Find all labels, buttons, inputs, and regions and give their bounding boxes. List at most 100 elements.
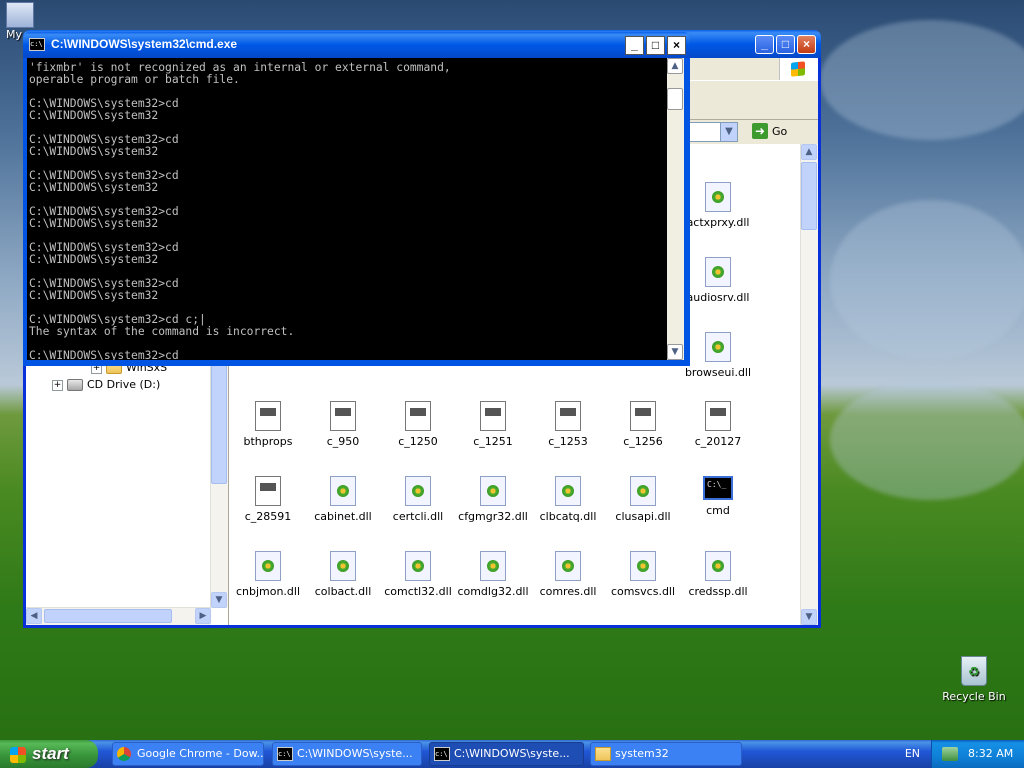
file-label: c_28591 bbox=[244, 510, 292, 523]
scroll-left-icon[interactable]: ◀ bbox=[26, 608, 42, 624]
file-label: cabinet.dll bbox=[314, 510, 372, 523]
cd-drive-icon bbox=[67, 379, 83, 391]
nls-file-icon bbox=[480, 401, 506, 431]
expand-icon[interactable]: + bbox=[52, 379, 63, 391]
file-item[interactable]: cabinet.dll bbox=[306, 476, 380, 523]
recycle-bin-icon: ♻ bbox=[961, 656, 987, 686]
cmd-title: C:\WINDOWS\system32\cmd.exe bbox=[51, 37, 238, 51]
nls-file-icon bbox=[630, 401, 656, 431]
taskbar-item-chrome[interactable]: Google Chrome - Dow... bbox=[112, 742, 264, 766]
file-label: c_1256 bbox=[623, 435, 663, 448]
my-computer-icon bbox=[6, 2, 34, 28]
file-item[interactable]: c_950 bbox=[306, 401, 380, 448]
file-label: cfgmgr32.dll bbox=[458, 510, 528, 523]
scroll-down-icon[interactable]: ▼ bbox=[801, 609, 817, 625]
file-item[interactable]: credssp.dll bbox=[681, 551, 755, 598]
dll-file-icon bbox=[705, 182, 731, 212]
nls-file-icon bbox=[555, 401, 581, 431]
file-item[interactable]: comsvcs.dll bbox=[606, 551, 680, 598]
cmd-title-bar[interactable]: c:\ C:\WINDOWS\system32\cmd.exe _ □ × bbox=[23, 32, 690, 58]
dll-file-icon bbox=[705, 551, 731, 581]
file-item[interactable]: audiosrv.dll bbox=[681, 257, 755, 304]
scroll-down-icon[interactable]: ▼ bbox=[211, 592, 227, 608]
console-line: C:\WINDOWS\system32 bbox=[29, 253, 159, 266]
tree-item[interactable]: + CD Drive (D:) bbox=[52, 376, 160, 393]
dll-file-icon bbox=[555, 476, 581, 506]
file-item[interactable]: c_1256 bbox=[606, 401, 680, 448]
address-dropdown-icon[interactable]: ▼ bbox=[720, 123, 737, 141]
console-line: operable program or batch file. bbox=[29, 73, 240, 86]
dll-file-icon bbox=[480, 551, 506, 581]
go-arrow-icon: ➜ bbox=[752, 123, 768, 139]
file-label: c_1250 bbox=[398, 435, 438, 448]
console-line: C:\WINDOWS\system32 bbox=[29, 289, 159, 302]
language-indicator[interactable]: EN bbox=[905, 740, 920, 768]
console-output[interactable]: 'fixmbr' is not recognized as an interna… bbox=[27, 58, 667, 360]
tree-horizontal-scrollbar[interactable]: ◀ ▶ bbox=[26, 607, 211, 625]
network-icon[interactable] bbox=[942, 747, 958, 761]
scroll-down-icon[interactable]: ▼ bbox=[667, 344, 683, 360]
cmd-maximize-button[interactable]: □ bbox=[646, 36, 665, 55]
console-icon: C:\_ bbox=[703, 476, 733, 500]
desktop-icon-recycle-bin[interactable]: ♻ Recycle Bin bbox=[939, 656, 1009, 703]
explorer-minimize-button[interactable]: _ bbox=[755, 35, 774, 54]
cmd-vertical-scrollbar[interactable]: ▲ ▼ bbox=[667, 58, 684, 360]
file-item[interactable]: cfgmgr32.dll bbox=[456, 476, 530, 523]
file-item[interactable]: c_28591 bbox=[231, 476, 305, 523]
scroll-up-icon[interactable]: ▲ bbox=[801, 144, 817, 160]
file-label: browseui.dll bbox=[684, 366, 752, 379]
dll-file-icon bbox=[630, 551, 656, 581]
clock[interactable]: 8:32 AM bbox=[968, 747, 1013, 760]
file-label: credssp.dll bbox=[688, 585, 748, 598]
windows-logo-icon bbox=[779, 58, 818, 80]
file-item[interactable]: comctl32.dll bbox=[381, 551, 455, 598]
dll-file-icon bbox=[405, 551, 431, 581]
files-vertical-scrollbar[interactable]: ▲ ▼ bbox=[800, 144, 818, 625]
dll-file-icon bbox=[705, 257, 731, 287]
start-button[interactable]: start bbox=[0, 740, 98, 768]
file-label: colbact.dll bbox=[314, 585, 372, 598]
file-label: c_1251 bbox=[473, 435, 513, 448]
explorer-maximize-button[interactable]: □ bbox=[776, 35, 795, 54]
file-item[interactable]: cnbjmon.dll bbox=[231, 551, 305, 598]
task-label: C:\WINDOWS\syste... bbox=[454, 747, 570, 760]
file-label: certcli.dll bbox=[392, 510, 444, 523]
file-item[interactable]: c_20127 bbox=[681, 401, 755, 448]
file-item[interactable]: comres.dll bbox=[531, 551, 605, 598]
file-item[interactable]: bthprops bbox=[231, 401, 305, 448]
scroll-up-icon[interactable]: ▲ bbox=[667, 58, 683, 74]
dll-file-icon bbox=[705, 332, 731, 362]
nls-file-icon bbox=[705, 401, 731, 431]
go-label: Go bbox=[772, 124, 788, 138]
file-item[interactable]: comdlg32.dll bbox=[456, 551, 530, 598]
console-line: C:\WINDOWS\system32 bbox=[29, 217, 159, 230]
taskbar-item-system32[interactable]: system32 bbox=[590, 742, 742, 766]
file-label: cmd bbox=[706, 504, 730, 517]
file-item[interactable]: certcli.dll bbox=[381, 476, 455, 523]
nls-file-icon bbox=[330, 401, 356, 431]
file-item[interactable]: c_1250 bbox=[381, 401, 455, 448]
scroll-right-icon[interactable]: ▶ bbox=[195, 608, 211, 624]
go-button[interactable]: ➜ Go bbox=[752, 123, 804, 141]
console-line: C:\WINDOWS\system32 bbox=[29, 181, 159, 194]
desktop-icon-label: Recycle Bin bbox=[942, 690, 1006, 703]
file-item[interactable]: clusapi.dll bbox=[606, 476, 680, 523]
file-label: comdlg32.dll bbox=[457, 585, 529, 598]
system-tray: 8:32 AM bbox=[931, 740, 1024, 768]
file-item[interactable]: C:\_cmd bbox=[681, 476, 755, 517]
taskbar-item-cmd-1[interactable]: c:\ C:\WINDOWS\syste... bbox=[272, 742, 422, 766]
task-label: C:\WINDOWS\syste... bbox=[297, 747, 413, 760]
console-line: C:\WINDOWS\system32 bbox=[29, 145, 159, 158]
cmd-close-button[interactable]: × bbox=[667, 36, 686, 55]
file-item[interactable]: actxprxy.dll bbox=[681, 182, 755, 229]
taskbar-item-cmd-2[interactable]: c:\ C:\WINDOWS\syste... bbox=[429, 742, 584, 766]
explorer-close-button[interactable]: × bbox=[797, 35, 816, 54]
file-item[interactable]: browseui.dll bbox=[681, 332, 755, 379]
file-item[interactable]: colbact.dll bbox=[306, 551, 380, 598]
file-item[interactable]: c_1253 bbox=[531, 401, 605, 448]
file-label: c_20127 bbox=[694, 435, 742, 448]
cmd-minimize-button[interactable]: _ bbox=[625, 36, 644, 55]
file-item[interactable]: clbcatq.dll bbox=[531, 476, 605, 523]
file-item[interactable]: c_1251 bbox=[456, 401, 530, 448]
dll-file-icon bbox=[330, 476, 356, 506]
